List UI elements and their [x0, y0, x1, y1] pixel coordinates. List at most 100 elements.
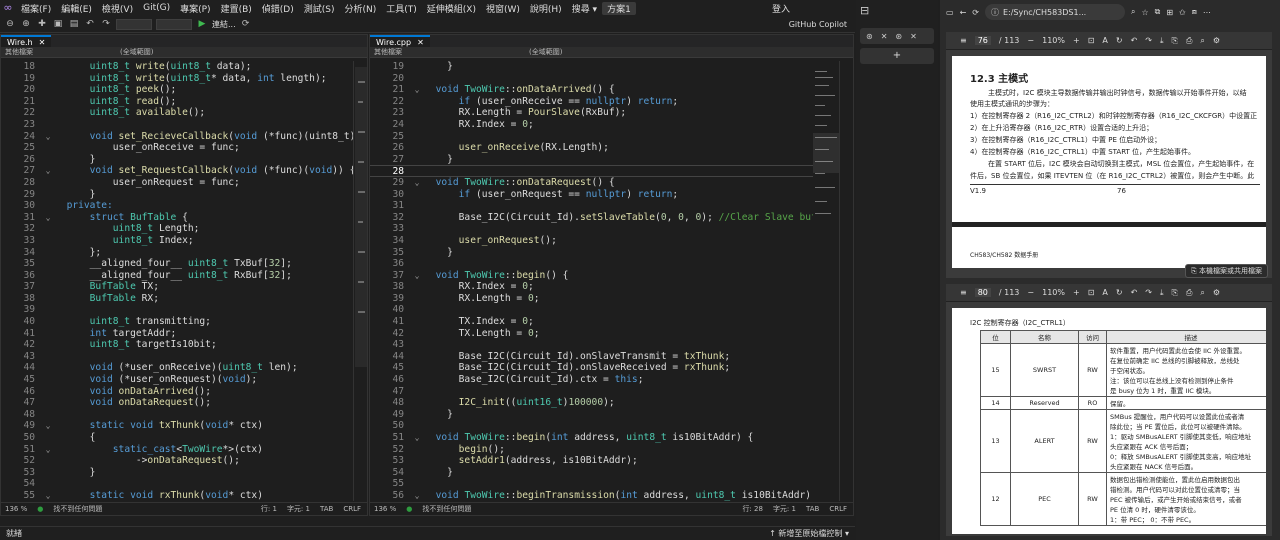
- fold-toggle-icon[interactable]: ⌄: [410, 84, 424, 96]
- line-indicator[interactable]: 行: 1: [261, 504, 277, 514]
- menu-debug[interactable]: 偵錯(D): [257, 2, 299, 15]
- fold-toggle-icon[interactable]: ⌄: [410, 177, 424, 189]
- code-area-right[interactable]: 19 } 20 21 ⌄ void TwoWire::onDataArrived() …: [370, 61, 813, 501]
- code-line[interactable]: 21 ⌄ void TwoWire::onDataArrived() {: [370, 84, 813, 96]
- menu-help[interactable]: 說明(H): [525, 2, 567, 15]
- code-line[interactable]: 21 uint8_t read();: [1, 96, 353, 108]
- address-bar[interactable]: ⓘ E:/Sync/CH583DS1...: [984, 4, 1125, 20]
- page-number-input[interactable]: 80: [974, 288, 991, 297]
- code-line[interactable]: 37 ⌄ void TwoWire::begin() {: [370, 270, 813, 282]
- fit-icon[interactable]: ⊡: [1088, 288, 1095, 297]
- code-line[interactable]: 35 }: [370, 247, 813, 259]
- code-line[interactable]: 48 I2C_init((uint16_t)100000);: [370, 397, 813, 409]
- save-as-icon[interactable]: ⎘: [1172, 36, 1178, 46]
- char-indicator[interactable]: 字元: 1: [773, 504, 796, 514]
- code-line[interactable]: 54 }: [370, 467, 813, 479]
- indent-indicator[interactable]: TAB: [806, 505, 819, 513]
- code-line[interactable]: 19 uint8_t write(uint8_t* data, int leng…: [1, 73, 353, 85]
- search-menu[interactable]: 搜尋 ▾: [567, 2, 602, 15]
- nav-back-icon[interactable]: ⊖: [4, 19, 16, 29]
- add-to-source-control[interactable]: ↑ 新增至原始檔控制 ▾: [769, 528, 849, 539]
- line-indicator[interactable]: 行: 28: [742, 504, 763, 514]
- new-tab-button[interactable]: +: [860, 48, 934, 64]
- eol-indicator[interactable]: CRLF: [829, 505, 847, 513]
- print-icon[interactable]: ⎙: [1186, 288, 1192, 298]
- code-line[interactable]: 54: [1, 478, 353, 490]
- menu-git[interactable]: Git(G): [138, 3, 175, 13]
- refresh-icon[interactable]: ⟳: [972, 8, 979, 17]
- code-line[interactable]: 51 ⌄ static_cast<TwoWire*>(ctx): [1, 444, 353, 456]
- toc-icon[interactable]: ≡: [960, 36, 967, 45]
- code-line[interactable]: 25: [370, 131, 813, 143]
- code-line[interactable]: 38 BufTable RX;: [1, 293, 353, 305]
- save-as-icon[interactable]: ⎘: [1172, 288, 1178, 298]
- code-line[interactable]: 50: [370, 420, 813, 432]
- code-line[interactable]: 20 uint8_t peek();: [1, 84, 353, 96]
- code-line[interactable]: 48: [1, 409, 353, 421]
- menu-build[interactable]: 建置(B): [216, 2, 257, 15]
- char-indicator[interactable]: 字元: 1: [287, 504, 310, 514]
- code-line[interactable]: 29 }: [1, 189, 353, 201]
- copilot-button[interactable]: GitHub Copilot: [789, 20, 847, 29]
- code-line[interactable]: 52 begin();: [370, 444, 813, 456]
- menu-analyze[interactable]: 分析(N): [339, 2, 381, 15]
- save-icon[interactable]: ⤓: [1160, 288, 1164, 298]
- configuration-select[interactable]: [116, 18, 152, 30]
- toc-icon[interactable]: ≡: [960, 288, 967, 297]
- zoom-level[interactable]: 110%: [1042, 36, 1065, 45]
- fold-toggle-icon[interactable]: ⌄: [41, 444, 55, 456]
- code-line[interactable]: 20: [370, 73, 813, 85]
- undo-icon[interactable]: ↶: [1131, 36, 1138, 45]
- share-button[interactable]: ⎘ 本機檔案或共用檔案: [1185, 264, 1268, 278]
- sidebar-toggle-icon[interactable]: ⊟: [860, 4, 869, 17]
- zoom-out-icon[interactable]: −: [1027, 288, 1034, 297]
- zoom-out-icon[interactable]: −: [1027, 36, 1034, 45]
- indent-indicator[interactable]: TAB: [320, 505, 333, 513]
- issues-status[interactable]: 找不到任何問題: [422, 504, 471, 514]
- menu-window[interactable]: 視窗(W): [481, 2, 525, 15]
- search-icon[interactable]: ⌕: [1131, 7, 1135, 17]
- favorites-icon[interactable]: ✩: [1179, 8, 1186, 17]
- zoom-level[interactable]: 110%: [1042, 288, 1065, 297]
- code-area-left[interactable]: 18 uint8_t write(uint8_t data); 19 uint8_…: [1, 61, 353, 501]
- menu-edit[interactable]: 編輯(E): [56, 2, 97, 15]
- code-line[interactable]: 46 void onDataArrived();: [1, 386, 353, 398]
- code-line[interactable]: 51 ⌄ void TwoWire::begin(int address, uin…: [370, 432, 813, 444]
- code-line[interactable]: 30 private:: [1, 200, 353, 212]
- menu-test[interactable]: 測試(S): [299, 2, 340, 15]
- code-line[interactable]: 44 void (*user_onReceive)(uint8_t len);: [1, 362, 353, 374]
- close-icon[interactable]: ✕: [39, 37, 46, 47]
- code-line[interactable]: 55: [370, 478, 813, 490]
- menu-project[interactable]: 專案(P): [175, 2, 215, 15]
- tab-wire-cpp[interactable]: Wire.cpp ✕: [370, 35, 430, 47]
- attach-icon[interactable]: ⟳: [240, 19, 252, 29]
- menu-view[interactable]: 檢視(V): [97, 2, 138, 15]
- code-line[interactable]: 36 __aligned_four__ uint8_t RxBuf[32];: [1, 270, 353, 282]
- tab-icon[interactable]: ⊛: [866, 32, 873, 41]
- code-line[interactable]: 41 TX.Index = 0;: [370, 316, 813, 328]
- zoom-in-icon[interactable]: +: [1073, 288, 1080, 297]
- search-icon[interactable]: ⌕: [1200, 288, 1204, 298]
- code-line[interactable]: 37 BufTable TX;: [1, 281, 353, 293]
- favorite-icon[interactable]: ☆: [1141, 8, 1148, 17]
- code-line[interactable]: 34 user_onRequest();: [370, 235, 813, 247]
- menu-extensions[interactable]: 延伸模組(X): [422, 2, 481, 15]
- fold-toggle-icon[interactable]: ⌄: [41, 131, 55, 143]
- redo-icon[interactable]: ↷: [1145, 36, 1152, 45]
- code-line[interactable]: 53 }: [1, 467, 353, 479]
- code-line[interactable]: 28 user_onRequest = func;: [1, 177, 353, 189]
- code-line[interactable]: 43: [1, 351, 353, 363]
- code-line[interactable]: 24 ⌄ void set_RecieveCallback(void (*func…: [1, 131, 353, 143]
- code-line[interactable]: 47 void onDataRequest();: [1, 397, 353, 409]
- extensions-icon[interactable]: ⧉: [1155, 7, 1161, 17]
- settings-icon[interactable]: ⚙: [1213, 288, 1220, 297]
- nav-forward-icon[interactable]: ⊕: [20, 19, 32, 29]
- fold-toggle-icon[interactable]: ⌄: [41, 420, 55, 432]
- code-line[interactable]: 32 Base_I2C(Circuit_Id).setSlaveTable(0,…: [370, 212, 813, 224]
- eol-indicator[interactable]: CRLF: [343, 505, 361, 513]
- close-icon[interactable]: ✕: [417, 37, 424, 47]
- code-line[interactable]: 50 {: [1, 432, 353, 444]
- tab-wire-h[interactable]: Wire.h ✕: [1, 35, 52, 47]
- code-line[interactable]: 26 }: [1, 154, 353, 166]
- code-line[interactable]: 36: [370, 258, 813, 270]
